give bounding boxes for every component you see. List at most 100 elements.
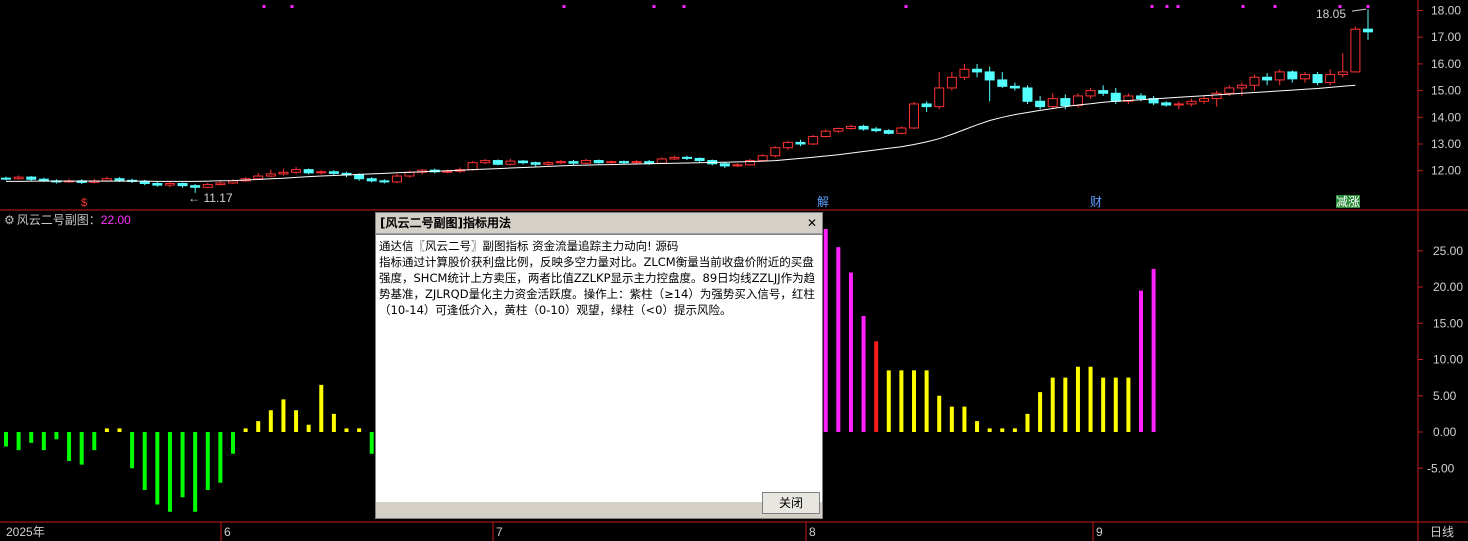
candle-down bbox=[1312, 74, 1323, 84]
candle-down bbox=[1060, 98, 1071, 107]
price-tick-label: 15.00 bbox=[1431, 84, 1461, 98]
candle-down bbox=[694, 157, 705, 162]
indicator-axis: 25.00 20.00 15.00 10.00 5.00 0.00 -5.00 bbox=[1418, 244, 1463, 475]
signal-dot bbox=[562, 5, 566, 8]
candle-up bbox=[1224, 87, 1235, 94]
candle-up bbox=[505, 160, 516, 165]
candle-up bbox=[1299, 74, 1310, 80]
date-label: 8 bbox=[809, 525, 816, 539]
price-tick-label: 18.00 bbox=[1431, 4, 1461, 18]
candle-up bbox=[278, 171, 289, 175]
candle-down bbox=[719, 163, 730, 167]
candle-down bbox=[190, 185, 201, 188]
buy-signal-label: $ bbox=[81, 197, 87, 209]
candle-up bbox=[631, 161, 642, 164]
candle-up bbox=[656, 158, 667, 164]
candle-down bbox=[644, 161, 655, 164]
candle-down bbox=[492, 160, 503, 165]
candle-up bbox=[265, 173, 276, 177]
indicator-tick-label: 10.00 bbox=[1433, 353, 1463, 367]
candle-up bbox=[164, 183, 175, 186]
candle-up bbox=[1274, 71, 1285, 81]
indicator-tick-label: 20.00 bbox=[1433, 280, 1463, 294]
candle-up bbox=[1236, 84, 1247, 89]
candle-down bbox=[114, 178, 125, 181]
candle-down bbox=[972, 68, 983, 73]
signal-dot bbox=[652, 5, 656, 8]
candle-down bbox=[682, 156, 692, 159]
candle-up bbox=[442, 170, 453, 173]
candle-up bbox=[555, 161, 566, 164]
indicator-tick-label: 25.00 bbox=[1433, 244, 1463, 258]
candle-down bbox=[1363, 28, 1373, 33]
signal-dot bbox=[1150, 5, 1154, 8]
candle-up bbox=[228, 180, 238, 184]
indicator-name: 风云二号副图 bbox=[16, 213, 89, 227]
candle-down bbox=[530, 162, 541, 165]
close-icon[interactable]: ✕ bbox=[806, 217, 818, 229]
candle-up bbox=[13, 176, 24, 180]
candle-up bbox=[1199, 98, 1210, 102]
candle-up bbox=[253, 175, 264, 180]
candle-down bbox=[1262, 76, 1273, 81]
signal-dot bbox=[262, 5, 266, 8]
candle-down bbox=[984, 71, 995, 81]
candle-up bbox=[1085, 90, 1096, 97]
candle-down bbox=[1161, 102, 1172, 106]
candle-up bbox=[1047, 98, 1058, 108]
date-label: 2025年 bbox=[6, 525, 45, 539]
signal-dot bbox=[290, 5, 294, 8]
candle-down bbox=[858, 125, 869, 130]
signal-dot bbox=[1273, 5, 1277, 8]
candle-up bbox=[1186, 100, 1197, 105]
candle-up bbox=[101, 178, 112, 182]
signal-dot bbox=[1165, 5, 1169, 8]
candle-down bbox=[1110, 92, 1121, 102]
indicator-tick-label: -5.00 bbox=[1427, 461, 1455, 475]
candle-down bbox=[303, 169, 314, 174]
candle-down bbox=[366, 178, 377, 182]
candlestick-series bbox=[1, 9, 1373, 193]
gear-icon[interactable]: ⚙ bbox=[4, 213, 15, 227]
period-label: 日线 bbox=[1430, 525, 1454, 539]
candle-up bbox=[770, 147, 781, 157]
candle-up bbox=[934, 87, 945, 108]
event-label: 解 bbox=[817, 195, 829, 209]
candle-down bbox=[328, 171, 339, 174]
candle-down bbox=[1009, 85, 1020, 89]
price-tick-label: 17.00 bbox=[1431, 30, 1461, 44]
dialog-title[interactable]: [风云二号副图]指标用法 bbox=[376, 213, 822, 234]
candle-up bbox=[316, 171, 327, 174]
signal-dot bbox=[1176, 5, 1180, 8]
candle-down bbox=[883, 130, 894, 134]
candle-down bbox=[379, 180, 390, 183]
candle-up bbox=[1173, 103, 1184, 106]
event-label: 减涨 bbox=[1336, 194, 1360, 209]
candle-down bbox=[871, 128, 882, 132]
close-button[interactable]: 关闭 bbox=[762, 492, 820, 514]
candle-down bbox=[921, 103, 932, 108]
candle-up bbox=[1337, 71, 1348, 76]
chart-annotations: 18.05 ← 11.17 bbox=[188, 7, 1367, 205]
candle-up bbox=[581, 160, 592, 164]
candle-down bbox=[618, 161, 629, 164]
candle-down bbox=[1098, 90, 1109, 94]
signal-dot bbox=[904, 5, 908, 8]
candle-up bbox=[669, 156, 680, 160]
indicator-title[interactable]: ⚙ 风云二号副图：22.00 bbox=[4, 211, 131, 228]
candle-down bbox=[795, 141, 806, 145]
high-price-label: 18.05 bbox=[1316, 7, 1346, 21]
candle-up bbox=[215, 182, 226, 186]
low-price-label: ← 11.17 bbox=[188, 191, 233, 205]
candle-down bbox=[177, 183, 188, 187]
candle-down bbox=[1287, 71, 1298, 80]
candle-up bbox=[909, 103, 919, 129]
dialog-text: 通达信〖风云二号〗副图指标 资金流量追踪主力动向! 源码 指标通过计算股价获利盘… bbox=[376, 234, 822, 502]
candle-up bbox=[543, 162, 554, 165]
price-tick-label: 16.00 bbox=[1431, 57, 1461, 71]
candle-up bbox=[1325, 74, 1336, 84]
indicator-tick-label: 5.00 bbox=[1433, 389, 1457, 403]
candle-up bbox=[291, 169, 302, 173]
indicator-usage-dialog: [风云二号副图]指标用法 ✕ 通达信〖风云二号〗副图指标 资金流量追踪主力动向!… bbox=[375, 212, 823, 519]
candle-down bbox=[26, 176, 37, 180]
